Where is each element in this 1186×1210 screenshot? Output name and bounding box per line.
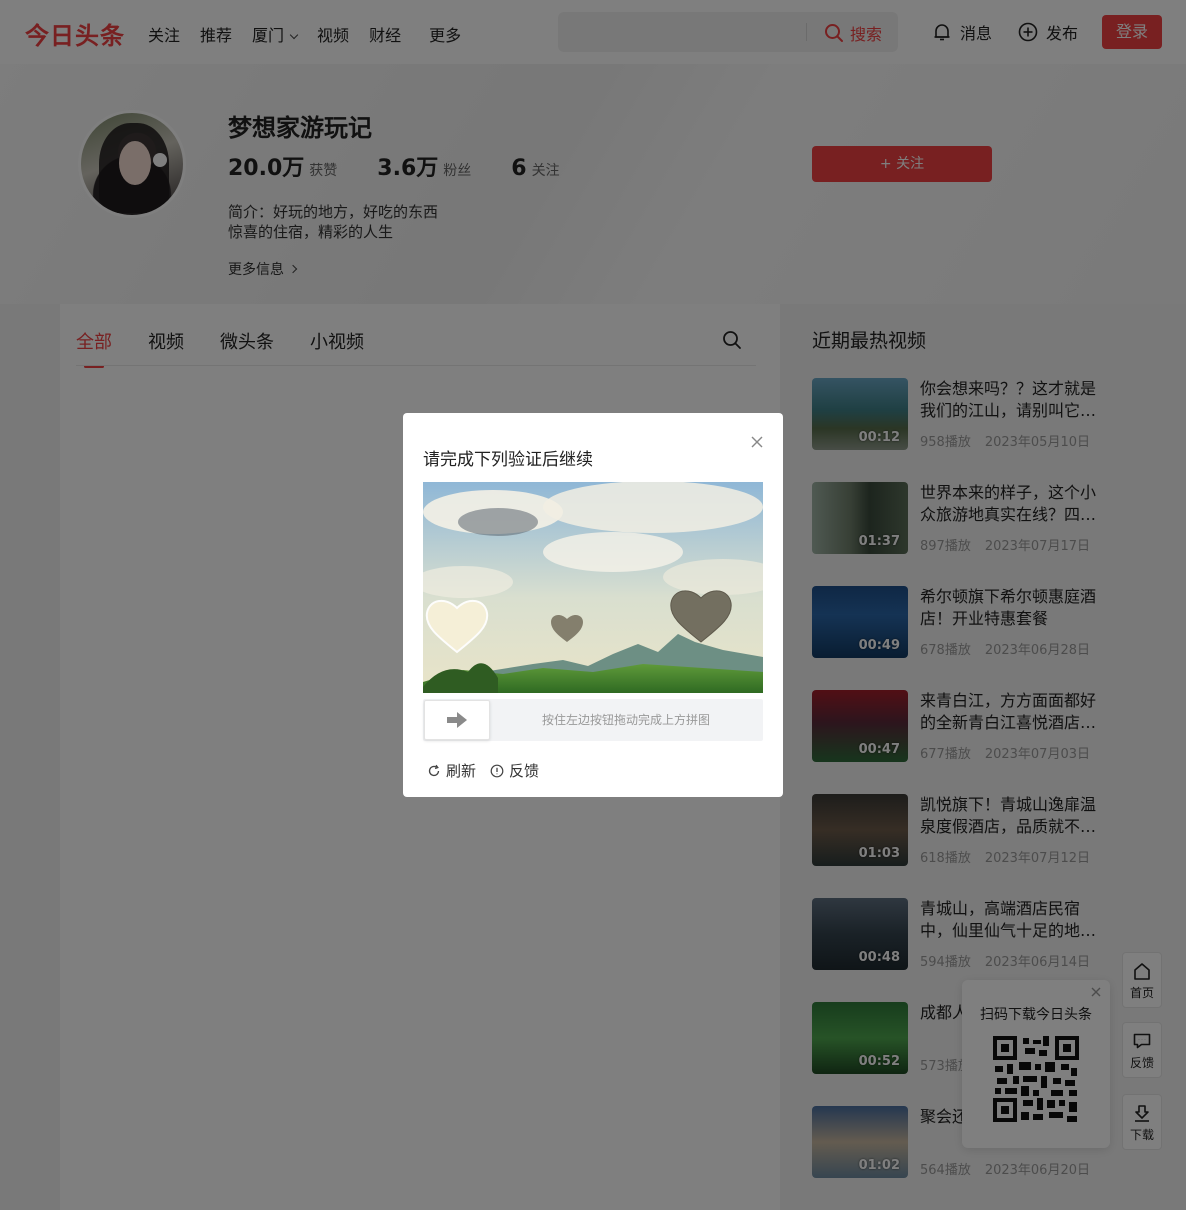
- close-icon[interactable]: [749, 434, 765, 450]
- captcha-refresh-label: 刷新: [446, 762, 477, 780]
- info-circle-icon: [490, 764, 504, 777]
- captcha-puzzle-image: [423, 482, 763, 693]
- captcha-slider-track: 按住左边按钮拖动完成上方拼图: [423, 699, 763, 741]
- captcha-actions: 刷新 反馈: [427, 760, 553, 781]
- captcha-feedback-label: 反馈: [509, 762, 540, 780]
- captcha-refresh-button[interactable]: 刷新: [427, 760, 476, 781]
- refresh-icon: [428, 764, 440, 776]
- captcha-modal: 请完成下列验证后继续 按住左边按钮拖动完成上方拼图 刷新 反馈: [403, 413, 783, 797]
- captcha-feedback-button[interactable]: 反馈: [490, 760, 539, 781]
- captcha-slider-tip: 按住左边按钮拖动完成上方拼图: [541, 713, 710, 727]
- captcha-slider-handle[interactable]: [424, 700, 490, 740]
- captcha-title: 请完成下列验证后继续: [423, 450, 593, 470]
- arrow-right-icon: [447, 712, 467, 728]
